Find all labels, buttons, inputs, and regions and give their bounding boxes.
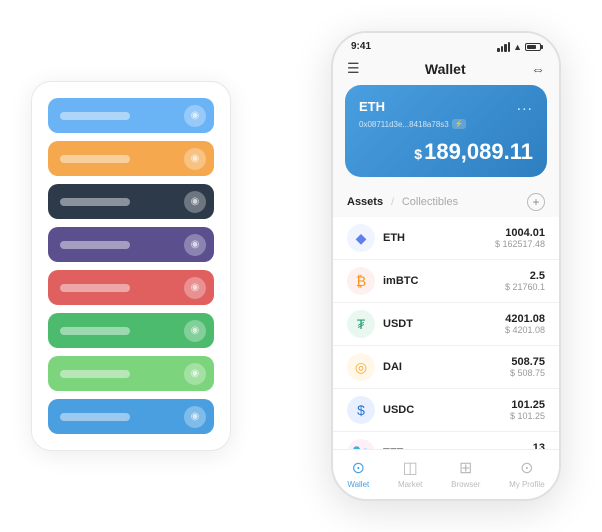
bg-card-row[interactable]: ◉ (48, 184, 214, 219)
bg-card-row-icon: ◉ (184, 320, 206, 342)
bg-card-row-icon: ◉ (184, 363, 206, 385)
asset-amounts: 4201.08$ 4201.08 (505, 313, 545, 335)
bg-card-row[interactable]: ◉ (48, 356, 214, 391)
asset-icon: 🐦 (347, 439, 375, 449)
asset-amounts: 508.75$ 508.75 (510, 356, 545, 378)
asset-amount: 508.75 (510, 356, 545, 368)
status-time: 9:41 (351, 41, 371, 52)
eth-card-more-icon[interactable]: ... (517, 97, 533, 115)
phone-header: ☰ Wallet ⇔ (333, 56, 559, 85)
profile-nav-label: My Profile (509, 480, 545, 489)
eth-card-name: ETH (359, 99, 385, 114)
asset-amounts: 1004.01$ 162517.48 (495, 227, 545, 249)
asset-row[interactable]: 🐦TFT130 (333, 432, 559, 449)
market-nav-label: Market (398, 480, 422, 489)
bg-card-row-label (60, 155, 130, 163)
asset-usd: $ 21760.1 (505, 282, 545, 292)
asset-row[interactable]: ₮ USDT4201.08$ 4201.08 (333, 303, 559, 346)
market-nav-icon: ◫ (403, 458, 418, 478)
bg-card-row-label (60, 112, 130, 120)
asset-row[interactable]: $ USDC101.25$ 101.25 (333, 389, 559, 432)
bg-card-row[interactable]: ◉ (48, 98, 214, 133)
assets-header: Assets / Collectibles + (333, 187, 559, 217)
asset-name: imBTC (383, 275, 505, 287)
bg-card-row[interactable]: ◉ (48, 141, 214, 176)
asset-usd: $ 101.25 (510, 411, 545, 421)
asset-icon: $ (347, 396, 375, 424)
asset-row[interactable]: ₿ imBTC2.5$ 21760.1 (333, 260, 559, 303)
asset-row[interactable]: ◎ DAI508.75$ 508.75 (333, 346, 559, 389)
status-bar: 9:41 ▲ (333, 33, 559, 56)
tab-assets[interactable]: Assets (347, 196, 383, 208)
asset-usd: $ 162517.48 (495, 239, 545, 249)
eth-card[interactable]: ETH ... 0x08711d3e...8418a78s3 ⚡ $189,08… (345, 85, 547, 177)
asset-usd: $ 508.75 (510, 368, 545, 378)
bg-card-row-icon: ◉ (184, 406, 206, 428)
nav-browser[interactable]: ⊞ Browser (451, 458, 480, 489)
bottom-nav: ⊙ Wallet ◫ Market ⊞ Browser ⊙ My Profile (333, 449, 559, 499)
scene: ◉ ◉ ◉ ◉ ◉ ◉ ◉ ◉ 9:41 ▲ ☰ Wallet (11, 11, 591, 521)
bg-card-row-label (60, 413, 130, 421)
asset-usd: $ 4201.08 (505, 325, 545, 335)
bg-card-row-label (60, 327, 130, 335)
bg-card-row[interactable]: ◉ (48, 227, 214, 262)
nav-market[interactable]: ◫ Market (398, 458, 422, 489)
browser-nav-label: Browser (451, 480, 480, 489)
wallet-nav-icon: ⊙ (352, 458, 365, 478)
bg-card-row-label (60, 241, 130, 249)
wifi-icon: ▲ (513, 42, 522, 52)
bg-card-row-icon: ◉ (184, 234, 206, 256)
assets-tabs: Assets / Collectibles (347, 196, 458, 208)
signal-icon (497, 42, 510, 52)
asset-amount: 13 (533, 442, 545, 449)
bg-card-row-label (60, 284, 130, 292)
eth-card-badge: ⚡ (452, 119, 467, 129)
phone-body: ETH ... 0x08711d3e...8418a78s3 ⚡ $189,08… (333, 85, 559, 449)
browser-nav-icon: ⊞ (459, 458, 472, 478)
eth-card-balance: $189,089.11 (359, 139, 533, 165)
asset-list: ◆ ETH1004.01$ 162517.48 ₿ imBTC2.5$ 21760.1… (333, 217, 559, 449)
asset-name: ETH (383, 232, 495, 244)
status-icons: ▲ (497, 42, 541, 52)
wallet-nav-label: Wallet (347, 480, 369, 489)
page-title: Wallet (425, 61, 466, 77)
asset-icon: ₮ (347, 310, 375, 338)
eth-card-address: 0x08711d3e...8418a78s3 ⚡ (359, 119, 533, 129)
asset-icon: ◆ (347, 224, 375, 252)
bg-card-row[interactable]: ◉ (48, 270, 214, 305)
battery-icon (525, 43, 541, 51)
asset-amount: 101.25 (510, 399, 545, 411)
bg-card-row-icon: ◉ (184, 105, 206, 127)
tab-collectibles[interactable]: Collectibles (402, 196, 458, 208)
nav-wallet[interactable]: ⊙ Wallet (347, 458, 369, 489)
asset-row[interactable]: ◆ ETH1004.01$ 162517.48 (333, 217, 559, 260)
bg-card-row[interactable]: ◉ (48, 399, 214, 434)
bg-card-row-icon: ◉ (184, 277, 206, 299)
asset-icon: ₿ (347, 267, 375, 295)
phone: 9:41 ▲ ☰ Wallet ⇔ (331, 31, 561, 501)
asset-name: USDC (383, 404, 510, 416)
add-asset-button[interactable]: + (527, 193, 545, 211)
asset-name: DAI (383, 361, 510, 373)
expand-icon[interactable]: ⇔ (531, 61, 545, 77)
bg-card-row-label (60, 198, 130, 206)
profile-nav-icon: ⊙ (520, 458, 533, 478)
asset-name: USDT (383, 318, 505, 330)
bg-card-row-icon: ◉ (184, 191, 206, 213)
asset-icon: ◎ (347, 353, 375, 381)
asset-amount: 4201.08 (505, 313, 545, 325)
asset-amounts: 101.25$ 101.25 (510, 399, 545, 421)
asset-amounts: 130 (533, 442, 545, 449)
bg-card-row-label (60, 370, 130, 378)
background-card-panel: ◉ ◉ ◉ ◉ ◉ ◉ ◉ ◉ (31, 81, 231, 451)
menu-icon[interactable]: ☰ (347, 60, 360, 77)
asset-amount: 1004.01 (495, 227, 545, 239)
bg-card-row-icon: ◉ (184, 148, 206, 170)
asset-amounts: 2.5$ 21760.1 (505, 270, 545, 292)
nav-profile[interactable]: ⊙ My Profile (509, 458, 545, 489)
bg-card-row[interactable]: ◉ (48, 313, 214, 348)
asset-amount: 2.5 (505, 270, 545, 282)
